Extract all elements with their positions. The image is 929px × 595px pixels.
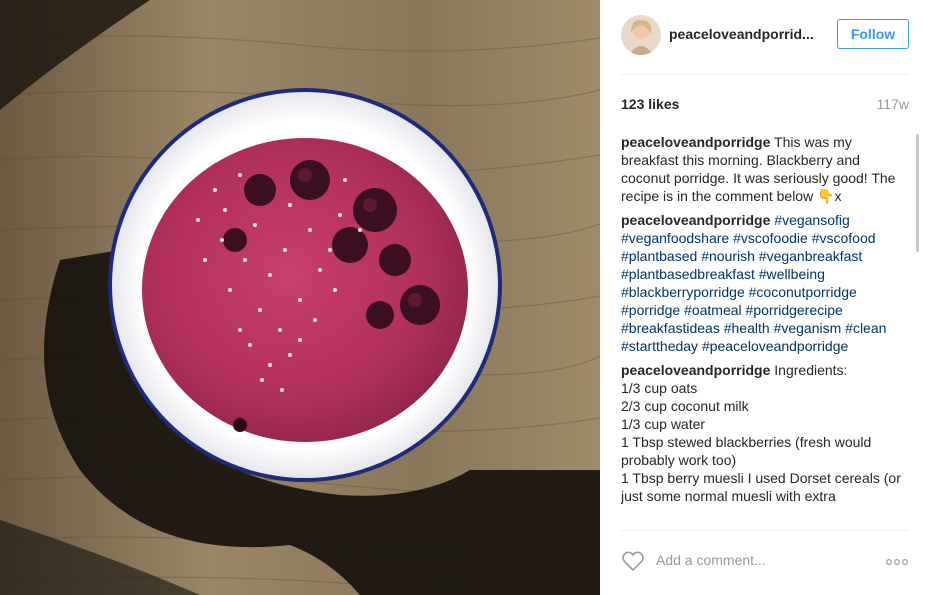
- avatar-icon: [621, 15, 661, 55]
- post-header: peaceloveandporrid... Follow: [600, 0, 929, 74]
- post-photo[interactable]: [0, 0, 600, 595]
- ingredient-line: 1/3 cup oats: [621, 380, 698, 396]
- hashtag-link[interactable]: #starttheday: [621, 338, 698, 354]
- add-comment-input[interactable]: Add a comment...: [656, 552, 766, 568]
- comment-item: peaceloveandporridge #vegansofig #veganf…: [621, 211, 907, 355]
- hashtag-link[interactable]: #coconutporridge: [749, 284, 857, 300]
- post-sidebar: peaceloveandporrid... Follow 123 likes 1…: [600, 0, 929, 595]
- hashtag-link[interactable]: #porridge: [621, 302, 680, 318]
- ingredient-line: 1/3 cup water: [621, 416, 706, 432]
- hashtag-link[interactable]: #plantbased: [621, 248, 697, 264]
- hashtag-link[interactable]: #peaceloveandporridge: [702, 338, 848, 354]
- heart-outline-icon: [622, 551, 644, 571]
- like-button[interactable]: [621, 549, 645, 573]
- hashtag-link[interactable]: #wellbeing: [759, 266, 825, 282]
- hashtag-link[interactable]: #breakfastideas: [621, 320, 720, 336]
- comments-scrollbar[interactable]: [916, 134, 919, 252]
- hashtags: #vegansofig #veganfoodshare #vscofoodie …: [621, 212, 886, 354]
- comment-item: peaceloveandporridge Ingredients: 1/3 cu…: [621, 361, 907, 505]
- hashtag-link[interactable]: #veganism: [774, 320, 842, 336]
- ingredient-line: 1 Tbsp berry muesli I used Dorset cereal…: [621, 470, 901, 504]
- ingredients-list: 1/3 cup oats 2/3 cup coconut milk 1/3 cup …: [621, 379, 907, 505]
- more-options-button[interactable]: [884, 553, 910, 571]
- avatar[interactable]: [621, 15, 661, 55]
- comment-text: Ingredients:: [770, 362, 848, 378]
- hashtag-link[interactable]: #nourish: [701, 248, 755, 264]
- hashtag-link[interactable]: #veganfoodshare: [621, 230, 729, 246]
- comment-item: peaceloveandporridge This was my breakfa…: [621, 133, 907, 205]
- hashtag-link[interactable]: #vscofood: [812, 230, 876, 246]
- comment-username[interactable]: peaceloveandporridge: [621, 212, 770, 228]
- pointing-down-emoji: 👇: [817, 188, 835, 204]
- hashtag-link[interactable]: #veganbreakfast: [759, 248, 863, 264]
- hashtag-link[interactable]: #blackberryporridge: [621, 284, 745, 300]
- comment-username[interactable]: peaceloveandporridge: [621, 362, 770, 378]
- hashtag-link[interactable]: #oatmeal: [684, 302, 742, 318]
- hashtag-link[interactable]: #plantbasedbreakfast: [621, 266, 755, 282]
- hashtag-link[interactable]: #porridgerecipe: [746, 302, 843, 318]
- footer-divider: [620, 530, 909, 531]
- post-username[interactable]: peaceloveandporrid...: [669, 26, 814, 42]
- header-divider: [620, 74, 909, 75]
- comment-text-suffix: x: [834, 188, 842, 204]
- hashtag-link[interactable]: #vscofoodie: [733, 230, 808, 246]
- likes-count[interactable]: 123 likes: [621, 96, 679, 112]
- follow-button[interactable]: Follow: [837, 19, 909, 49]
- hashtag-link[interactable]: #clean: [845, 320, 886, 336]
- comment-username[interactable]: peaceloveandporridge: [621, 134, 770, 150]
- ingredient-line: 1 Tbsp stewed blackberries (fresh would …: [621, 434, 872, 468]
- post-age[interactable]: 117w: [877, 96, 909, 112]
- hashtag-link[interactable]: #health: [724, 320, 770, 336]
- ingredient-line: 2/3 cup coconut milk: [621, 398, 749, 414]
- hashtag-link[interactable]: #vegansofig: [774, 212, 850, 228]
- more-options-icon: [885, 558, 909, 566]
- comments-list[interactable]: peaceloveandporridge This was my breakfa…: [621, 133, 907, 525]
- porridge-bowl-photo: [0, 0, 600, 595]
